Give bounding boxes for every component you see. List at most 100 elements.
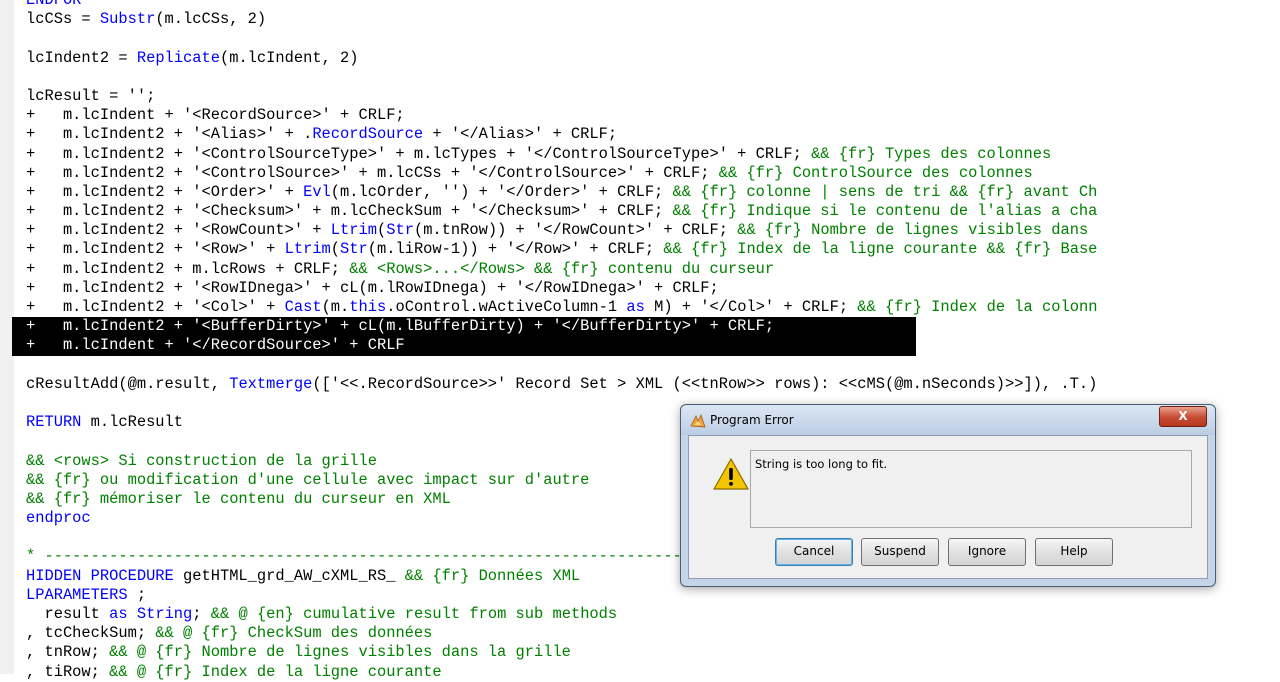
code-token: + m.lcIndent + '<RecordSource>' + CRLF; bbox=[26, 106, 405, 125]
code-token: && @ {fr} Index de la ligne courante bbox=[109, 662, 442, 681]
code-token: , tiRow; bbox=[26, 662, 110, 681]
ignore-button[interactable]: Ignore bbox=[948, 538, 1026, 566]
code-token: && @ {fr} CheckSum des données bbox=[155, 624, 433, 643]
code-token: + m.lcIndent2 + '<Row>' + bbox=[26, 240, 285, 259]
code-token: && <rows> Si construction de la grille bbox=[26, 451, 377, 470]
code-token: M) + '</Col>' + CRLF; bbox=[644, 298, 858, 316]
code-token: getHTML_grd_AW_cXML_RS_ bbox=[173, 566, 405, 585]
code-line[interactable]: + m.lcIndent + '</RecordSource>' + CRLF bbox=[12, 336, 916, 356]
code-token: + m.lcIndent2 + '<ControlSourceType>' + … bbox=[26, 144, 812, 163]
code-token: && {fr} Données XML bbox=[404, 566, 581, 585]
code-line[interactable]: ENDFOR bbox=[26, 0, 1280, 10]
code-line[interactable] bbox=[26, 29, 1280, 48]
code-token: + m.lcIndent2 + '<BufferDirty>' + cL(m.l… bbox=[26, 317, 775, 336]
code-line[interactable] bbox=[26, 356, 1280, 375]
foxpro-icon bbox=[690, 413, 706, 428]
code-token: && {fr} ControlSource des colonnes bbox=[718, 163, 1033, 182]
code-token: && {fr} mémoriser le contenu du curseur … bbox=[26, 489, 451, 508]
code-token: RecordSource bbox=[312, 125, 424, 144]
code-token: * --------------------------------------… bbox=[26, 547, 701, 566]
code-token: (m.lcOrder, '') + '</Order>' + CRLF; bbox=[330, 182, 673, 201]
code-token: + m.lcIndent2 + '<Col>' + bbox=[26, 298, 285, 316]
code-token: && @ {en} cumulative result from sub met… bbox=[210, 605, 618, 623]
code-token: lcResult = ''; bbox=[26, 86, 156, 105]
dialog-body: String is too long to fit. Cancel Suspen… bbox=[688, 435, 1208, 579]
code-line[interactable]: + m.lcIndent2 + '<Order>' + Evl(m.lcOrde… bbox=[26, 183, 1280, 202]
dialog-titlebar[interactable]: Program Error X bbox=[681, 405, 1215, 435]
code-line[interactable]: + m.lcIndent2 + '<Row>' + Ltrim(Str(m.li… bbox=[26, 240, 1280, 259]
code-token: ( bbox=[330, 240, 341, 259]
code-token: Cast bbox=[284, 298, 322, 316]
code-token: m.lcResult bbox=[81, 413, 184, 432]
code-token: Evl bbox=[303, 182, 331, 201]
code-token: + m.lcIndent2 + m.lcRows + CRLF; bbox=[26, 259, 350, 278]
code-token: + m.lcIndent + '</RecordSource>' + CRLF bbox=[26, 336, 405, 355]
code-token: as bbox=[109, 605, 128, 623]
code-token: + m.lcIndent2 + '<RowCount>' + bbox=[26, 221, 331, 240]
code-line[interactable]: lcIndent2 = Replicate(m.lcIndent, 2) bbox=[26, 49, 1280, 68]
code-line[interactable]: + m.lcIndent2 + '<BufferDirty>' + cL(m.l… bbox=[12, 317, 916, 337]
code-line[interactable]: LPARAMETERS ; bbox=[26, 586, 1280, 605]
code-line[interactable]: + m.lcIndent + '<RecordSource>' + CRLF; bbox=[26, 106, 1280, 125]
code-token: , tcCheckSum; bbox=[26, 624, 156, 643]
code-token: && {fr} Nombre de lignes visibles dans bbox=[737, 221, 1089, 240]
code-token: && {fr} Types des colonnes bbox=[811, 144, 1052, 163]
code-token: (m.lcCSs, 2) bbox=[155, 10, 267, 29]
code-token: && <Rows>...</Rows> && {fr} contenu du c… bbox=[349, 259, 775, 278]
code-token: this bbox=[349, 298, 387, 316]
code-token: && {fr} colonne | sens de tri && {fr} av… bbox=[672, 182, 1098, 201]
code-token: cResultAdd(@m.result, bbox=[26, 374, 230, 393]
code-line[interactable] bbox=[26, 68, 1280, 87]
code-line[interactable]: + m.lcIndent2 + '<Checksum>' + m.lcCheck… bbox=[26, 202, 1280, 221]
suspend-button[interactable]: Suspend bbox=[861, 538, 939, 566]
code-token: (['<<.RecordSource>>' Record Set > XML (… bbox=[312, 374, 1098, 393]
code-token: Replicate bbox=[136, 48, 220, 67]
code-token: endproc bbox=[26, 509, 91, 528]
code-line[interactable]: result as String; && @ {en} cumulative r… bbox=[26, 605, 1280, 624]
code-token: ; bbox=[192, 605, 211, 623]
code-token: LPARAMETERS bbox=[26, 585, 128, 604]
code-token: + m.lcIndent2 + '<ControlSource>' + m.lc… bbox=[26, 163, 719, 182]
code-token: Textmerge bbox=[229, 374, 313, 393]
code-token: (m. bbox=[321, 298, 350, 316]
code-token: && {fr} Index de la ligne courante && {f… bbox=[663, 240, 1098, 259]
code-token: String bbox=[136, 605, 193, 623]
error-message: String is too long to fit. bbox=[755, 457, 888, 471]
code-token: (m.tnRow)) + '</RowCount>' + CRLF; bbox=[413, 221, 738, 240]
code-token: as bbox=[626, 298, 645, 316]
code-token: ENDFOR bbox=[26, 0, 82, 9]
code-token: + m.lcIndent2 + '<Order>' + bbox=[26, 182, 304, 201]
code-token: , tnRow; bbox=[26, 643, 110, 662]
code-token: + m.lcIndent2 + '<Alias>' + . bbox=[26, 125, 313, 144]
close-icon: X bbox=[1178, 409, 1188, 423]
code-line[interactable]: , tnRow; && @ {fr} Nombre de lignes visi… bbox=[26, 643, 1280, 662]
code-token: lcIndent2 = bbox=[26, 48, 137, 67]
code-line[interactable]: + m.lcIndent2 + '<RowIDnega>' + cL(m.lRo… bbox=[26, 279, 1280, 298]
close-button[interactable]: X bbox=[1159, 406, 1207, 427]
code-line[interactable]: + m.lcIndent2 + '<Alias>' + .RecordSourc… bbox=[26, 125, 1280, 144]
code-line[interactable]: + m.lcIndent2 + '<ControlSourceType>' + … bbox=[26, 145, 1280, 164]
cancel-button[interactable]: Cancel bbox=[775, 538, 853, 566]
code-line[interactable]: + m.lcIndent2 + '<ControlSource>' + m.lc… bbox=[26, 164, 1280, 183]
code-line[interactable]: lcCSs = Substr(m.lcCSs, 2) bbox=[26, 10, 1280, 29]
code-line[interactable]: lcResult = ''; bbox=[26, 87, 1280, 106]
code-line[interactable]: cResultAdd(@m.result, Textmerge(['<<.Rec… bbox=[26, 375, 1280, 394]
code-token: Str bbox=[386, 221, 414, 240]
code-token: && @ {fr} Nombre de lignes visibles dans… bbox=[109, 643, 571, 662]
code-token: ( bbox=[376, 221, 387, 240]
code-token: && {fr} ou modification d'une cellule av… bbox=[26, 470, 590, 489]
code-line[interactable]: , tcCheckSum; && @ {fr} CheckSum des don… bbox=[26, 624, 1280, 643]
code-line[interactable]: + m.lcIndent2 + '<RowCount>' + Ltrim(Str… bbox=[26, 221, 1280, 240]
code-token: Substr bbox=[99, 10, 156, 29]
code-line[interactable]: + m.lcIndent2 + m.lcRows + CRLF; && <Row… bbox=[26, 260, 1280, 279]
program-error-dialog: Program Error X String is too long to fi… bbox=[680, 404, 1216, 587]
code-line[interactable]: + m.lcIndent2 + '<Col>' + Cast(m.this.oC… bbox=[26, 298, 1280, 317]
code-line[interactable]: , tiRow; && @ {fr} Index de la ligne cou… bbox=[26, 663, 1280, 682]
code-token: Str bbox=[340, 240, 368, 259]
code-token: + m.lcIndent2 + '<Checksum>' + m.lcCheck… bbox=[26, 202, 673, 221]
help-button[interactable]: Help bbox=[1035, 538, 1113, 566]
dialog-title: Program Error bbox=[710, 413, 794, 427]
code-token: Ltrim bbox=[284, 240, 331, 259]
code-token: && {fr} Index de la colonn bbox=[857, 298, 1098, 316]
